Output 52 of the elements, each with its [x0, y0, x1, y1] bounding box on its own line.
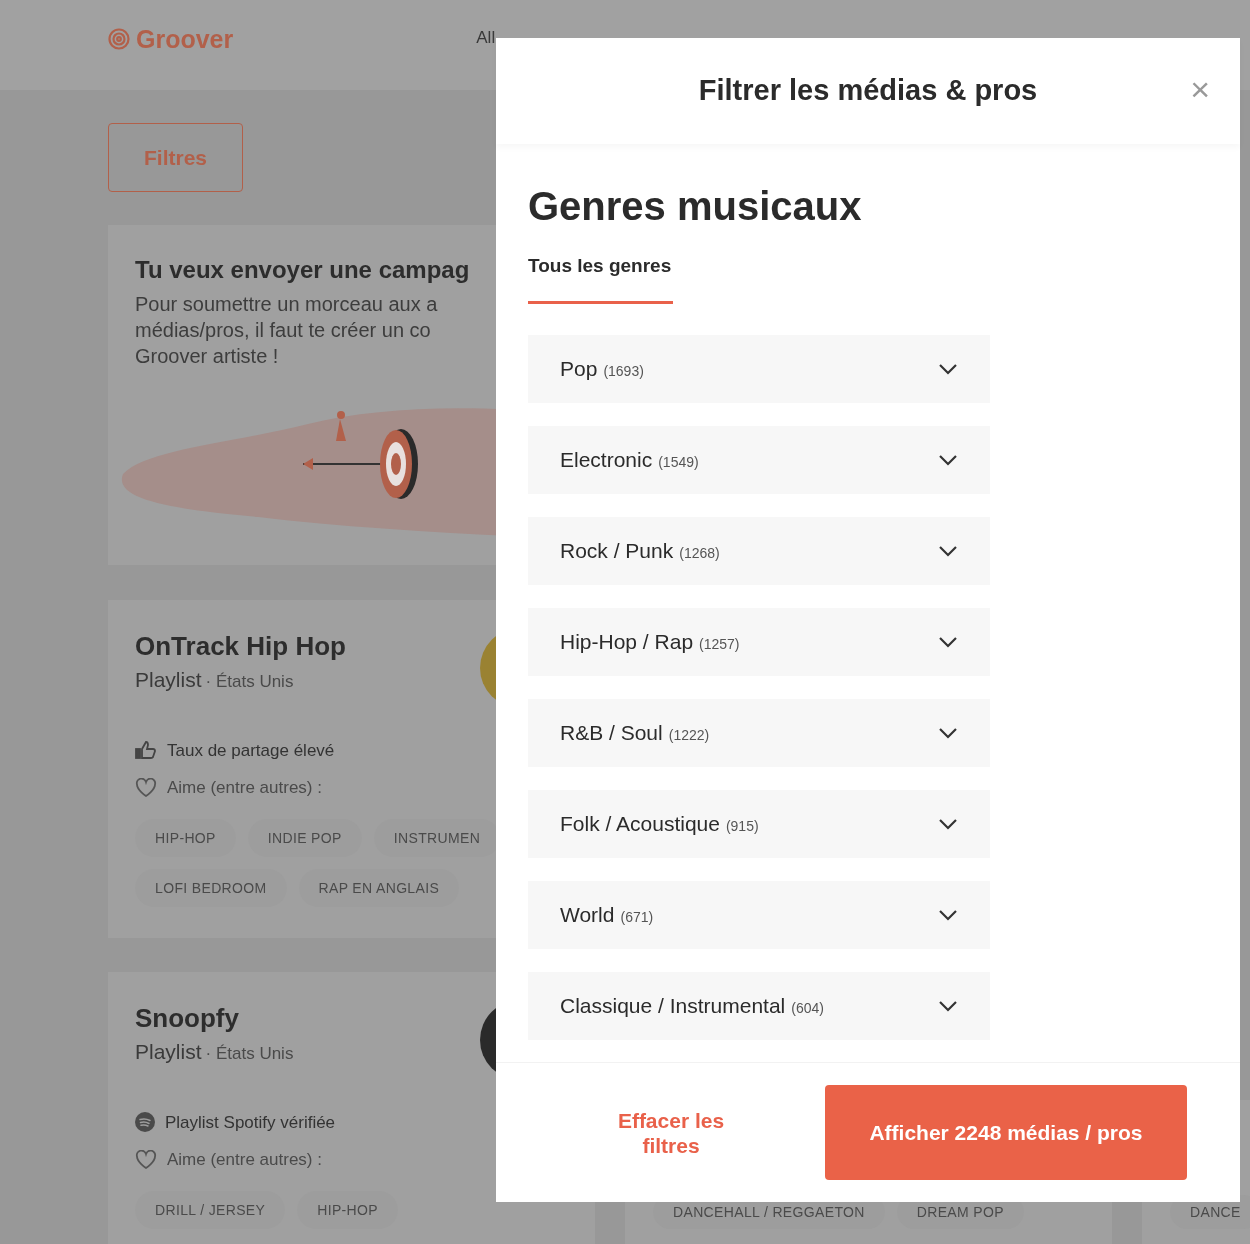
chevron-down-icon [938, 999, 958, 1012]
thumbs-up-icon [135, 740, 157, 761]
genre-name: R&B / Soul [560, 719, 663, 746]
chevron-down-icon [938, 362, 958, 375]
genre-accordion[interactable]: Hip-Hop / Rap (1257) [528, 607, 990, 676]
genre-accordion[interactable]: R&B / Soul (1222) [528, 698, 990, 767]
chevron-down-icon [938, 635, 958, 648]
chevron-down-icon [938, 817, 958, 830]
modal-title: Filtrer les médias & pros [698, 73, 1038, 109]
curator-type: Playlist [135, 667, 202, 693]
genre-accordion[interactable]: Classique / Instrumental (604) [528, 971, 990, 1040]
likes-label: Aime (entre autres) : [167, 777, 322, 799]
chevron-down-icon [938, 453, 958, 466]
genre-name: Electronic [560, 446, 653, 473]
genre-count: (1693) [603, 361, 644, 381]
genre-count: (1257) [699, 634, 740, 654]
promo-title: Tu veux envoyer une campag [135, 255, 470, 285]
nav-link[interactable]: All [476, 28, 496, 48]
section-title: Genres musicaux [528, 183, 863, 230]
genre-name: Pop [560, 355, 598, 382]
genre-name: Folk / Acoustique [560, 810, 720, 837]
genre-count: (671) [620, 907, 654, 927]
genre-accordion[interactable]: Folk / Acoustique (915) [528, 789, 990, 858]
genre-tab[interactable]: Tous les genres [528, 252, 674, 304]
chevron-down-icon [938, 544, 958, 557]
logo-text: Groover [136, 24, 234, 54]
chevron-down-icon [938, 726, 958, 739]
promo-text: Pour soumettre un morceau aux a médias/pros, il faut te créer un co Groover artiste ! [135, 292, 439, 369]
genre-count: (1549) [658, 452, 699, 472]
curator-country: · États Unis [205, 1043, 294, 1065]
genre-count: (915) [725, 816, 759, 836]
genre-accordion[interactable]: Rock / Punk (1268) [528, 516, 990, 585]
genre-accordion[interactable]: World (671) [528, 880, 990, 949]
spotify-icon [135, 1112, 155, 1133]
genre-count: (1268) [679, 543, 720, 563]
chevron-down-icon [938, 908, 958, 921]
curator-country: · États Unis [205, 671, 294, 693]
heart-icon [135, 1149, 157, 1170]
genre-count: (1222) [668, 725, 710, 745]
badge-text: Taux de partage élevé [167, 739, 335, 762]
likes-label: Aime (entre autres) : [167, 1149, 322, 1171]
logo-icon [108, 28, 130, 50]
genre-name: Hip-Hop / Rap [560, 628, 694, 655]
curator-type: Playlist [135, 1039, 202, 1065]
genre-accordion[interactable]: Electronic (1549) [528, 425, 990, 494]
badge-text: Playlist Spotify vérifiée [165, 1111, 336, 1134]
genre-accordion[interactable]: Pop (1693) [528, 334, 990, 403]
genre-count: (604) [791, 998, 824, 1018]
genre-name: World [560, 901, 615, 928]
heart-icon [135, 777, 157, 798]
genre-name: Classique / Instrumental [560, 992, 786, 1019]
genre-name: Rock / Punk [560, 537, 674, 564]
